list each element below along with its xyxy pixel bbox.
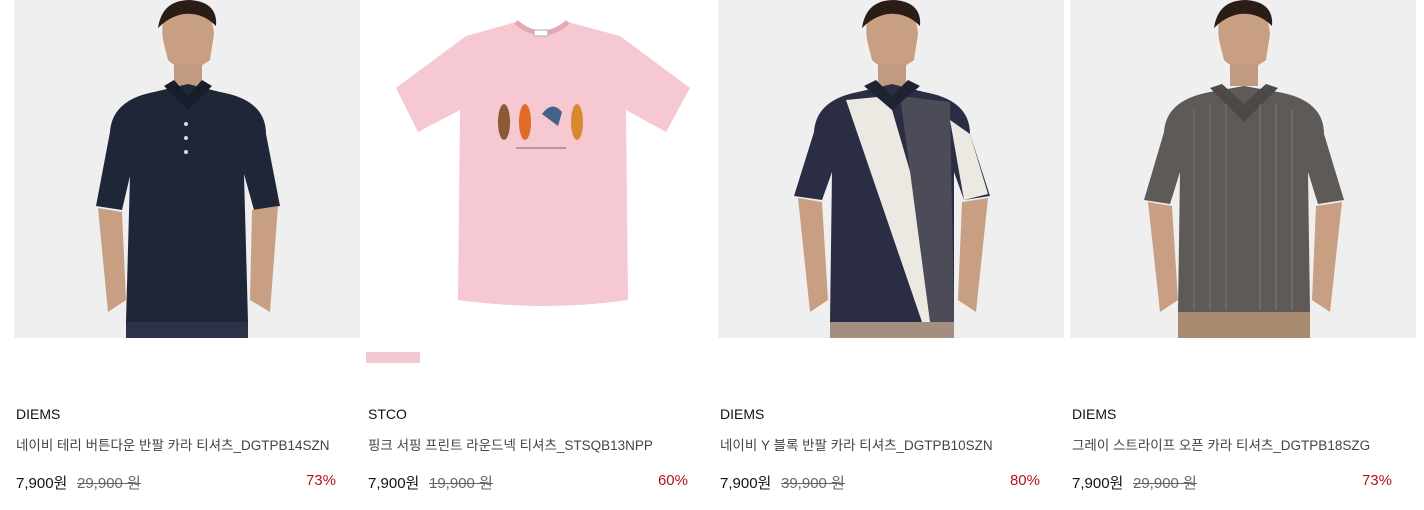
product-name[interactable]: 네이비 Y 블록 반팔 카라 티셔츠_DGTPB10SZN xyxy=(720,434,993,454)
product-discount: 73% xyxy=(305,472,336,489)
product-price: 7,900원 xyxy=(720,475,772,492)
product-image[interactable] xyxy=(366,0,712,338)
model-navy-polo-image xyxy=(14,0,360,338)
product-discount: 73% xyxy=(1361,472,1392,489)
product-original-price: 19,900 원 xyxy=(429,475,493,492)
product-brand: DIEMS xyxy=(720,406,765,422)
product-discount: 60% xyxy=(657,472,688,489)
product-brand: DIEMS xyxy=(1072,406,1117,422)
product-discount: 80% xyxy=(1009,472,1040,489)
product-card[interactable]: DIEMS 네이비 Y 블록 반팔 카라 티셔츠_DGTPB10SZN 7,90… xyxy=(718,0,1064,510)
product-image[interactable] xyxy=(14,0,360,338)
product-price: 7,900원 xyxy=(368,475,420,492)
product-price: 7,900원 xyxy=(16,475,68,492)
product-brand: DIEMS xyxy=(16,406,61,422)
product-price: 7,900원 xyxy=(1072,475,1124,492)
model-block-polo-image xyxy=(718,0,1064,338)
product-name[interactable]: 핑크 서핑 프린트 라운드넥 티셔츠_STSQB13NPP xyxy=(368,434,653,454)
product-brand: STCO xyxy=(368,406,407,422)
product-image[interactable] xyxy=(718,0,1064,338)
product-card[interactable]: DIEMS 네이비 테리 버튼다운 반팔 카라 티셔츠_DGTPB14SZN 7… xyxy=(14,0,360,510)
color-swatch-pink[interactable] xyxy=(366,352,420,363)
product-card[interactable]: DIEMS 그레이 스트라이프 오픈 카라 티셔츠_DGTPB18SZG 7,9… xyxy=(1070,0,1416,510)
model-gray-stripe-shirt-image xyxy=(1070,0,1416,338)
pink-surf-tshirt-image xyxy=(366,0,712,338)
product-original-price: 29,900 원 xyxy=(1133,475,1197,492)
product-original-price: 39,900 원 xyxy=(781,475,845,492)
product-image[interactable] xyxy=(1070,0,1416,338)
product-original-price: 29,900 원 xyxy=(77,475,141,492)
product-name[interactable]: 그레이 스트라이프 오픈 카라 티셔츠_DGTPB18SZG xyxy=(1072,434,1370,454)
product-grid: DIEMS 네이비 테리 버튼다운 반팔 카라 티셔츠_DGTPB14SZN 7… xyxy=(0,0,1424,510)
product-name[interactable]: 네이비 테리 버튼다운 반팔 카라 티셔츠_DGTPB14SZN xyxy=(16,434,330,454)
product-card[interactable]: STCO 핑크 서핑 프린트 라운드넥 티셔츠_STSQB13NPP 7,900… xyxy=(366,0,712,510)
